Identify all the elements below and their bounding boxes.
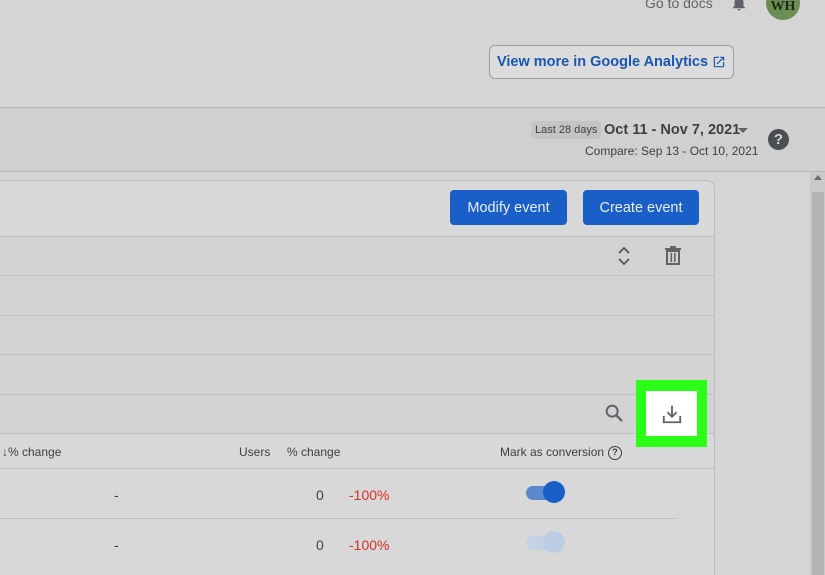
create-event-button[interactable]: Create event bbox=[583, 190, 699, 225]
go-to-docs-link[interactable]: Go to docs bbox=[645, 0, 713, 11]
avatar-initials: WH bbox=[770, 0, 796, 14]
cell-change: - bbox=[114, 537, 119, 553]
cell-change: - bbox=[114, 487, 119, 503]
date-preset-chip[interactable]: Last 28 days bbox=[531, 121, 602, 139]
row-divider bbox=[0, 433, 714, 434]
date-range-bar bbox=[0, 108, 825, 171]
scroll-up-arrow[interactable] bbox=[814, 175, 822, 180]
cell-users: 0 bbox=[316, 537, 324, 553]
view-more-label: View more in Google Analytics bbox=[496, 54, 709, 70]
column-header-users-change[interactable]: % change bbox=[287, 445, 340, 459]
search-icon[interactable] bbox=[603, 402, 625, 424]
cell-users-change: -100% bbox=[349, 537, 390, 553]
row-divider bbox=[0, 354, 714, 355]
chevron-down-icon[interactable] bbox=[738, 128, 748, 133]
external-link-icon bbox=[713, 56, 725, 68]
row-divider bbox=[0, 518, 678, 519]
bell-icon[interactable] bbox=[730, 0, 748, 12]
modify-event-button[interactable]: Modify event bbox=[450, 190, 567, 225]
row-divider bbox=[0, 394, 714, 395]
compare-range-text: Compare: Sep 13 - Oct 10, 2021 bbox=[585, 144, 759, 158]
date-range-selector[interactable]: Oct 11 - Nov 7, 2021 bbox=[604, 122, 740, 138]
help-icon[interactable]: ? bbox=[608, 446, 622, 460]
download-icon bbox=[662, 405, 681, 423]
download-button[interactable] bbox=[646, 391, 697, 436]
conversion-toggle-knob[interactable] bbox=[543, 481, 565, 503]
row-divider bbox=[0, 236, 714, 237]
view-more-google-analytics-button[interactable]: View more in Google Analytics bbox=[489, 45, 734, 79]
row-divider bbox=[0, 315, 714, 316]
cell-users: 0 bbox=[316, 487, 324, 503]
column-header-mark-as-conversion: Mark as conversion bbox=[500, 445, 605, 459]
sort-icon[interactable] bbox=[616, 245, 632, 267]
column-header-users[interactable]: Users bbox=[239, 445, 270, 459]
row-divider bbox=[0, 468, 714, 469]
help-icon[interactable]: ? bbox=[768, 129, 789, 150]
date-bar-divider bbox=[0, 171, 825, 172]
row-divider bbox=[0, 275, 714, 276]
column-header-change[interactable]: ↓% change bbox=[2, 445, 61, 459]
cell-users-change: -100% bbox=[349, 487, 390, 503]
conversion-toggle-knob[interactable] bbox=[543, 531, 565, 553]
trash-icon[interactable] bbox=[664, 246, 682, 265]
scrollbar-thumb[interactable] bbox=[812, 192, 824, 575]
